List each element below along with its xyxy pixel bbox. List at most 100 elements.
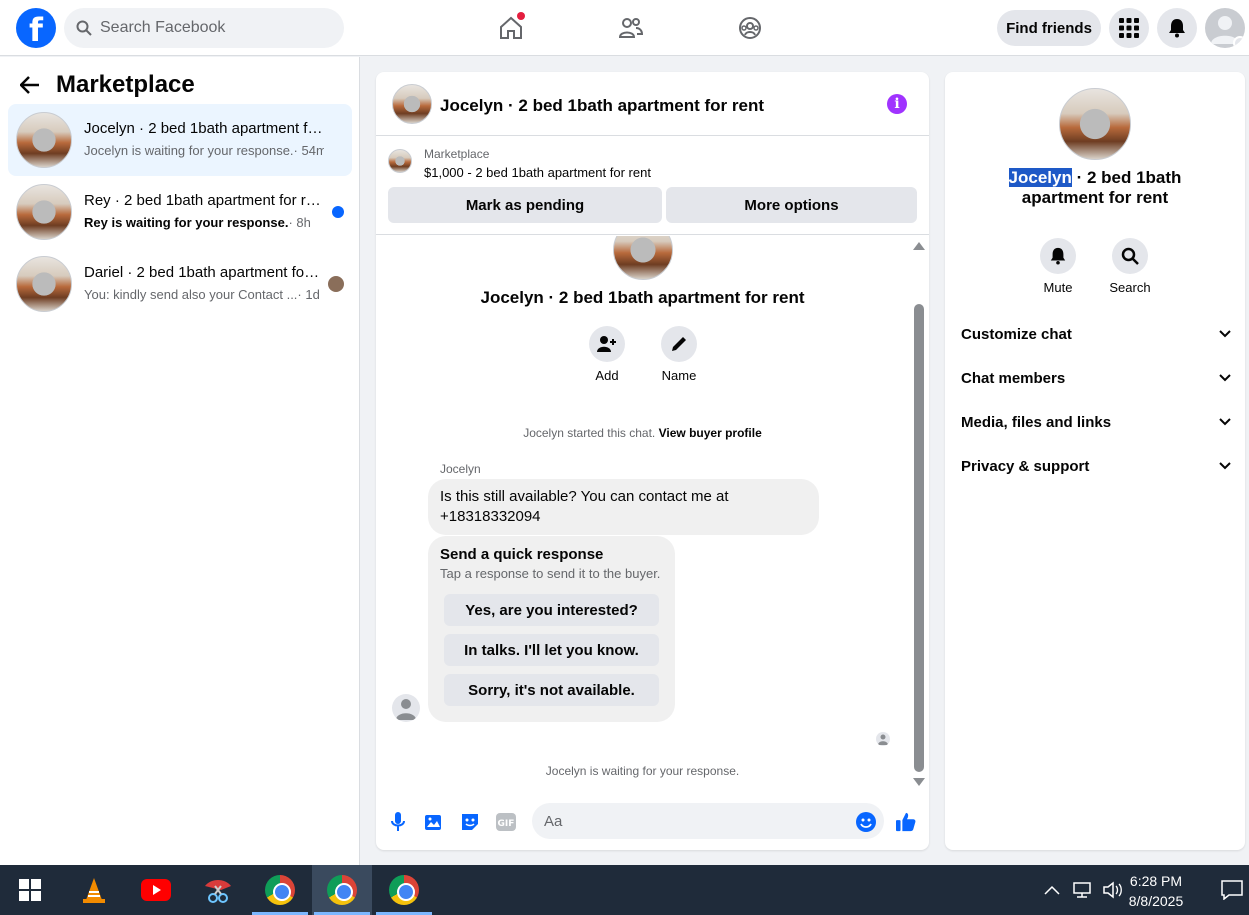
- quick-reply-button[interactable]: Sorry, it's not available.: [444, 674, 659, 706]
- conversation-name: Jocelyn · 2 bed 1bath apartment for rent: [84, 120, 324, 137]
- chrome-profile-taskbar-item[interactable]: [312, 865, 372, 915]
- gif-button[interactable]: GIF: [496, 812, 516, 832]
- info-icon[interactable]: i: [887, 94, 907, 114]
- attach-photo-button[interactable]: [424, 812, 444, 832]
- search-label: Search: [1109, 280, 1151, 295]
- message-composer: GIF: [376, 798, 929, 846]
- chat-title[interactable]: Jocelyn · 2 bed 1bath apartment for rent: [440, 96, 764, 116]
- clock-date: 8/8/2025: [1128, 893, 1184, 909]
- scroll-down-arrow-icon[interactable]: [913, 778, 925, 786]
- message-bubble[interactable]: Is this still available? You can contact…: [428, 479, 819, 535]
- scroll-up-arrow-icon[interactable]: [913, 242, 925, 250]
- windows-taskbar: 6:28 PM 8/8/2025: [0, 865, 1249, 915]
- conversation-preview: Jocelyn is waiting for your response.· 5…: [84, 143, 324, 158]
- search-icon: [76, 20, 92, 36]
- voice-clip-button[interactable]: [388, 812, 408, 832]
- scrollbar-thumb[interactable]: [914, 304, 924, 772]
- add-label: Add: [595, 368, 619, 383]
- top-bar: f Find friends: [0, 0, 1249, 56]
- conversation-item[interactable]: Rey · 2 bed 1bath apartment for rent Rey…: [8, 176, 352, 248]
- selected-name-text: Jocelyn: [1008, 168, 1072, 187]
- chat-members-section[interactable]: Chat members: [961, 363, 1231, 393]
- menu-button[interactable]: [1109, 8, 1149, 48]
- chrome-icon: [389, 875, 419, 905]
- media-files-links-section[interactable]: Media, files and links: [961, 407, 1231, 437]
- groups-nav[interactable]: [732, 10, 768, 46]
- name-label: Name: [661, 368, 697, 383]
- vlc-taskbar-item[interactable]: [64, 865, 124, 915]
- name-action[interactable]: Name: [649, 326, 709, 383]
- mute-action[interactable]: Mute: [1028, 238, 1088, 295]
- quick-reply-button[interactable]: In talks. I'll let you know.: [444, 634, 659, 666]
- volume-icon[interactable]: [1102, 881, 1124, 899]
- thumbs-up-icon: [896, 812, 916, 832]
- chevron-up-icon[interactable]: [1044, 885, 1060, 895]
- chat-avatar-large: [613, 236, 673, 280]
- friends-nav[interactable]: [613, 10, 649, 46]
- add-action[interactable]: Add: [577, 326, 637, 383]
- emoji-button[interactable]: [856, 812, 876, 832]
- network-icon[interactable]: [1072, 881, 1092, 899]
- scrollbar[interactable]: [913, 242, 925, 786]
- chevron-down-icon: [1219, 418, 1231, 426]
- youtube-icon: [141, 879, 171, 901]
- chrome-taskbar-item[interactable]: [250, 865, 310, 915]
- system-tray: [1044, 865, 1124, 915]
- search-action[interactable]: Search: [1100, 238, 1160, 295]
- snipping-tool-taskbar-item[interactable]: [188, 865, 248, 915]
- taskbar-clock[interactable]: 6:28 PM 8/8/2025: [1126, 871, 1186, 911]
- notification-center-button[interactable]: [1214, 865, 1249, 915]
- seen-indicator-avatar: [876, 732, 890, 746]
- conversation-list-panel: Marketplace Jocelyn · 2 bed 1bath apartm…: [0, 57, 360, 865]
- view-buyer-profile-link[interactable]: View buyer profile: [659, 426, 762, 440]
- search-input[interactable]: [100, 19, 320, 37]
- search-box[interactable]: [64, 8, 344, 48]
- left-header: Marketplace: [20, 71, 195, 99]
- listing-avatar: [16, 256, 72, 312]
- vlc-cone-icon: [83, 878, 105, 903]
- profile-button[interactable]: [1205, 8, 1245, 48]
- message-input[interactable]: [532, 803, 884, 839]
- notifications-button[interactable]: [1157, 8, 1197, 48]
- youtube-taskbar-item[interactable]: [126, 865, 186, 915]
- conversation-item[interactable]: Jocelyn · 2 bed 1bath apartment for rent…: [8, 104, 352, 176]
- chat-header: Jocelyn · 2 bed 1bath apartment for rent…: [376, 72, 929, 136]
- chat-avatar[interactable]: [392, 84, 432, 124]
- mark-pending-button[interactable]: Mark as pending: [388, 187, 662, 223]
- listing-avatar: [16, 112, 72, 168]
- bell-icon: [1169, 19, 1185, 38]
- details-title: Jocelyn · 2 bed 1bath apartment for rent: [1008, 168, 1182, 207]
- search-icon: [1121, 247, 1139, 265]
- listing-thumbnail[interactable]: [388, 149, 412, 173]
- page-title: Marketplace: [56, 71, 195, 98]
- add-person-icon: [597, 336, 616, 352]
- listing-price[interactable]: $1,000 - 2 bed 1bath apartment for rent: [424, 165, 651, 180]
- home-nav[interactable]: [493, 10, 529, 46]
- back-arrow-icon[interactable]: [20, 76, 40, 94]
- start-button[interactable]: [0, 865, 60, 915]
- customize-chat-section[interactable]: Customize chat: [961, 319, 1231, 349]
- conversation-item[interactable]: Dariel · 2 bed 1bath apartment for rent …: [8, 248, 352, 320]
- unread-dot: [332, 206, 344, 218]
- groups-icon: [739, 17, 761, 39]
- sender-name: Jocelyn: [440, 462, 481, 476]
- privacy-support-section[interactable]: Privacy & support: [961, 451, 1231, 481]
- snipping-tool-icon: [205, 880, 231, 903]
- quick-reply-button[interactable]: Yes, are you interested?: [444, 594, 659, 626]
- notification-dot: [517, 12, 525, 20]
- find-friends-button[interactable]: Find friends: [997, 10, 1101, 46]
- notification-center-icon: [1220, 880, 1243, 900]
- clock-time: 6:28 PM: [1129, 873, 1183, 889]
- conversation-name: Dariel · 2 bed 1bath apartment for rent: [84, 264, 324, 281]
- chrome-icon: [265, 875, 295, 905]
- chevron-down-icon: [1233, 36, 1245, 48]
- chevron-down-icon: [1219, 330, 1231, 338]
- chat-details-panel: Jocelyn · 2 bed 1bath apartment for rent…: [945, 72, 1245, 850]
- chrome-taskbar-item-2[interactable]: [374, 865, 434, 915]
- waiting-notice: Jocelyn is waiting for your response.: [545, 764, 740, 778]
- pencil-icon: [672, 337, 686, 351]
- more-options-button[interactable]: More options: [666, 187, 917, 223]
- facebook-logo-icon[interactable]: f: [16, 8, 56, 48]
- like-button[interactable]: [896, 812, 916, 832]
- sticker-button[interactable]: [460, 812, 480, 832]
